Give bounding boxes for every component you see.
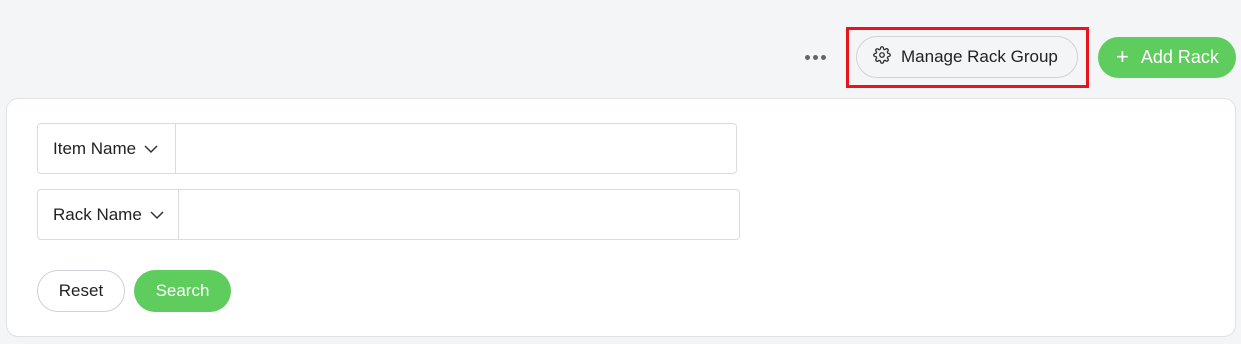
add-rack-button[interactable]: + Add Rack — [1098, 37, 1236, 78]
reset-button[interactable]: Reset — [37, 270, 125, 312]
filter-panel: Item Name Rack Name Reset Search — [6, 98, 1236, 337]
item-name-filter: Item Name — [37, 123, 737, 174]
add-rack-label: Add Rack — [1140, 47, 1219, 67]
chevron-down-icon — [150, 205, 164, 225]
field-select-label: Rack Name — [53, 204, 142, 224]
field-select-label: Item Name — [53, 138, 137, 158]
item-name-input[interactable] — [176, 124, 736, 173]
plus-icon: + — [1116, 43, 1129, 69]
rack-name-input[interactable] — [179, 190, 739, 239]
rack-name-filter: Rack Name — [37, 189, 740, 240]
chevron-down-icon — [144, 139, 158, 159]
gear-icon — [873, 45, 891, 69]
dot — [812, 54, 818, 60]
manage-rack-group-button[interactable]: Manage Rack Group — [856, 36, 1078, 78]
field-select-dropdown[interactable]: Item Name — [38, 124, 176, 173]
manage-rack-group-label: Manage Rack Group — [901, 47, 1058, 66]
dot — [804, 54, 810, 60]
toolbar: Manage Rack Group + Add Rack — [0, 0, 1241, 98]
more-options-icon[interactable] — [796, 44, 834, 70]
field-select-dropdown[interactable]: Rack Name — [38, 190, 179, 239]
search-button[interactable]: Search — [134, 270, 231, 312]
dot — [820, 54, 826, 60]
